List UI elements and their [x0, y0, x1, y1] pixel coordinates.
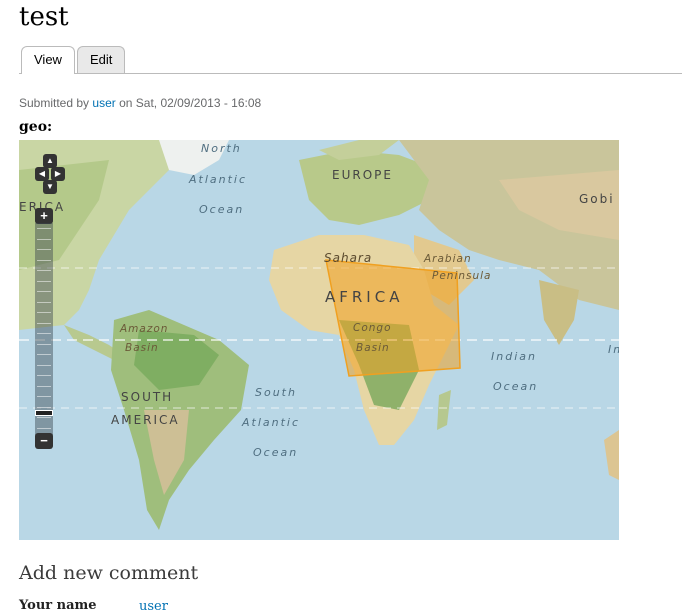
- label-amazon: Amazon: [120, 323, 169, 335]
- label-arabian: Arabian: [424, 253, 472, 265]
- zoom-tick: [37, 301, 51, 303]
- submitted-prefix: Submitted by: [19, 96, 90, 110]
- zoom-tick: [37, 312, 51, 313]
- label-south-atlantic-1: South: [255, 386, 297, 399]
- zoom-in-button[interactable]: +: [35, 208, 53, 224]
- pan-down-button[interactable]: ▼: [43, 180, 57, 194]
- your-name-value[interactable]: user: [139, 599, 168, 614]
- zoom-tick: [37, 427, 51, 429]
- label-congo-basin: Basin: [356, 342, 390, 354]
- label-south-america: AMERICA: [111, 413, 180, 427]
- label-congo: Congo: [353, 322, 392, 334]
- author-link[interactable]: user: [92, 96, 115, 110]
- tab-view[interactable]: View: [21, 46, 75, 74]
- zoom-slider-handle[interactable]: [35, 409, 53, 416]
- zoom-tick: [37, 343, 51, 345]
- label-ocean-indian: Ocean: [493, 380, 539, 393]
- pan-control: ▲ ◀ ▶ ▼: [35, 154, 65, 194]
- label-ocean-north: Ocean: [199, 203, 245, 216]
- add-comment-heading: Add new comment: [19, 562, 199, 584]
- label-south: SOUTH: [121, 390, 174, 404]
- zoom-out-button[interactable]: −: [35, 433, 53, 449]
- zoom-control: + −: [35, 208, 53, 451]
- label-north: North: [201, 142, 242, 155]
- label-india-partial: In: [608, 343, 619, 356]
- zoom-tick: [37, 375, 51, 376]
- tab-edit[interactable]: Edit: [77, 46, 126, 73]
- zoom-tick: [37, 322, 51, 324]
- pan-up-button[interactable]: ▲: [43, 154, 57, 168]
- zoom-tick: [37, 406, 51, 408]
- zoom-tick: [37, 270, 51, 271]
- submitted-info: Submitted by user on Sat, 02/09/2013 - 1…: [19, 96, 261, 110]
- pan-right-button[interactable]: ▶: [51, 167, 65, 181]
- zoom-tick: [37, 364, 51, 366]
- geo-polygon-layer: [325, 259, 461, 377]
- zoom-track[interactable]: [35, 223, 53, 435]
- zoom-tick: [37, 417, 51, 418]
- label-south-atlantic-3: Ocean: [253, 446, 299, 459]
- zoom-tick: [37, 291, 51, 292]
- node-tabs: View Edit: [19, 46, 682, 74]
- label-indian: Indian: [491, 350, 537, 363]
- zoom-tick: [37, 249, 51, 250]
- zoom-tick: [37, 280, 51, 282]
- label-sahara: Sahara: [324, 251, 373, 265]
- label-gobi: Gobi: [579, 192, 615, 206]
- submitted-date: on Sat, 02/09/2013 - 16:08: [119, 96, 262, 110]
- label-atlantic-north: Atlantic: [189, 173, 248, 186]
- zoom-tick: [37, 385, 51, 387]
- zoom-tick: [37, 238, 51, 240]
- zoom-tick: [37, 259, 51, 261]
- zoom-tick: [37, 396, 51, 397]
- label-south-atlantic-2: Atlantic: [242, 416, 301, 429]
- geo-field-label: geo:: [19, 119, 53, 135]
- label-amazon-basin: Basin: [125, 342, 159, 354]
- label-europe: EUROPE: [332, 168, 393, 182]
- map-viewport[interactable]: North Atlantic Ocean EUROPE ERICA Gobi S…: [19, 140, 619, 540]
- your-name-label: Your name: [19, 598, 97, 613]
- page-title: test: [19, 2, 69, 32]
- label-peninsula: Peninsula: [432, 270, 492, 282]
- zoom-tick: [37, 333, 51, 334]
- zoom-tick: [37, 228, 51, 229]
- label-africa: AFRICA: [325, 288, 404, 306]
- pan-left-button[interactable]: ◀: [35, 167, 49, 181]
- zoom-tick: [37, 354, 51, 355]
